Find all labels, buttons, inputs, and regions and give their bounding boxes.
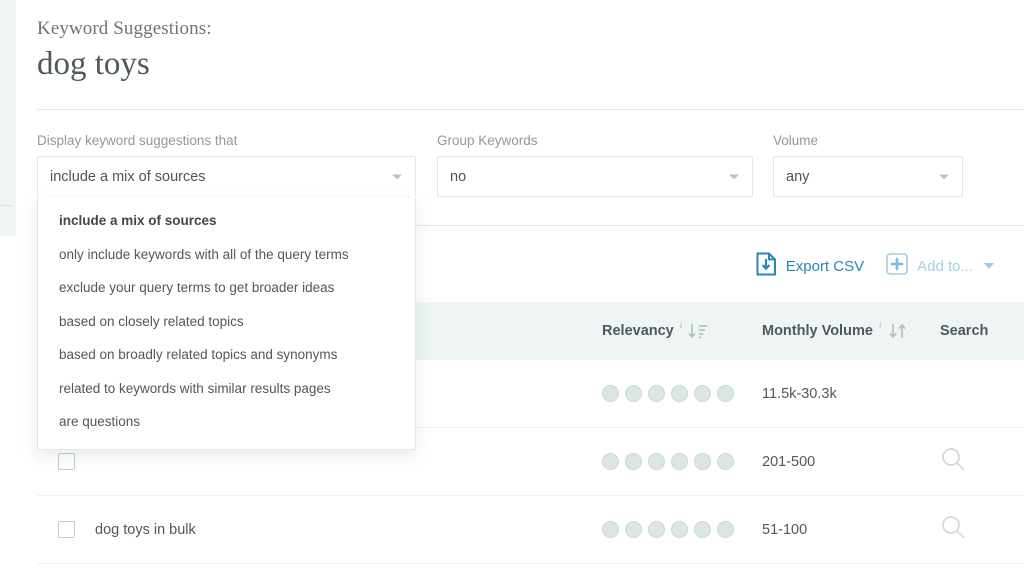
row-checkbox[interactable] bbox=[58, 521, 75, 538]
source-filter-group: Display keyword suggestions that include… bbox=[37, 133, 416, 197]
dropdown-option[interactable]: based on broadly related topics and syno… bbox=[38, 338, 415, 372]
dropdown-option[interactable]: include a mix of sources bbox=[38, 204, 415, 238]
chevron-down-icon bbox=[392, 174, 402, 179]
relevancy-dot bbox=[717, 521, 734, 538]
relevancy-dot bbox=[717, 453, 734, 470]
source-filter-label: Display keyword suggestions that bbox=[37, 133, 238, 148]
keyword-suggestions-page: Keyword Suggestions: dog toys Display ke… bbox=[0, 0, 1024, 578]
sort-descending-icon[interactable] bbox=[688, 323, 708, 340]
group-keywords-select[interactable]: no bbox=[437, 156, 753, 197]
row-volume-cell: 201-500 bbox=[762, 454, 940, 470]
source-filter-select[interactable]: include a mix of sources bbox=[37, 156, 416, 197]
relevancy-dot bbox=[602, 385, 619, 402]
volume-filter-label: Volume bbox=[773, 133, 819, 148]
left-rail-divider bbox=[0, 205, 13, 206]
row-volume-label: 201-500 bbox=[762, 453, 816, 470]
dropdown-option[interactable]: exclude your query terms to get broader … bbox=[38, 271, 415, 305]
relevancy-dot bbox=[602, 453, 619, 470]
header-divider bbox=[37, 109, 1024, 110]
table-row[interactable]: dog toys in bulk 51-100 bbox=[37, 496, 1024, 564]
row-keyword-cell: dog toys in bulk bbox=[37, 521, 602, 538]
sort-updown-icon[interactable] bbox=[888, 323, 910, 340]
group-keywords-label: Group Keywords bbox=[437, 133, 538, 148]
source-filter-value: include a mix of sources bbox=[50, 168, 206, 185]
export-csv-button[interactable]: Export CSV bbox=[756, 252, 864, 280]
row-volume-label: 51-100 bbox=[762, 521, 808, 538]
plus-icon bbox=[886, 253, 908, 279]
relevancy-dot bbox=[671, 521, 688, 538]
relevancy-dots bbox=[602, 521, 734, 538]
relevancy-dots bbox=[602, 385, 734, 402]
table-toolbar: Export CSV Add to... bbox=[756, 252, 994, 280]
relevancy-dot bbox=[694, 453, 711, 470]
volume-filter-value: any bbox=[786, 168, 810, 185]
relevancy-dot bbox=[648, 453, 665, 470]
page-header: Keyword Suggestions: dog toys bbox=[37, 18, 1024, 83]
row-checkbox[interactable] bbox=[58, 453, 75, 470]
column-header-relevancy[interactable]: Relevancy i bbox=[602, 321, 762, 340]
column-header-relevancy-label: Relevancy bbox=[602, 323, 674, 339]
dropdown-option[interactable]: are questions bbox=[38, 405, 415, 439]
group-keywords-value: no bbox=[450, 168, 467, 185]
dropdown-option[interactable]: related to keywords with similar results… bbox=[38, 372, 415, 406]
add-to-label: Add to... bbox=[917, 257, 973, 275]
row-keyword-label: dog toys in bulk bbox=[95, 521, 196, 538]
relevancy-dot bbox=[671, 453, 688, 470]
group-keywords-group: Group Keywords no bbox=[437, 133, 753, 197]
column-header-monthly-volume-label: Monthly Volume bbox=[762, 323, 873, 339]
relevancy-dot bbox=[625, 521, 642, 538]
row-volume-cell: 11.5k-30.3k bbox=[762, 386, 940, 402]
dropdown-option[interactable]: only include keywords with all of the qu… bbox=[38, 238, 415, 272]
page-title: dog toys bbox=[37, 46, 150, 82]
chevron-down-icon bbox=[984, 263, 994, 269]
document-download-icon bbox=[756, 252, 777, 280]
chevron-down-icon bbox=[939, 174, 949, 179]
info-icon[interactable]: i bbox=[879, 321, 882, 331]
row-keyword-cell bbox=[37, 453, 602, 470]
search-icon[interactable] bbox=[940, 514, 966, 545]
left-rail bbox=[0, 0, 16, 236]
chevron-down-icon bbox=[729, 174, 739, 179]
row-relevancy-cell bbox=[602, 453, 762, 470]
search-icon[interactable] bbox=[940, 446, 966, 477]
relevancy-dot bbox=[625, 385, 642, 402]
relevancy-dot bbox=[671, 385, 688, 402]
volume-filter-select[interactable]: any bbox=[773, 156, 963, 197]
column-header-monthly-volume[interactable]: Monthly Volume i bbox=[762, 321, 940, 340]
relevancy-dots bbox=[602, 453, 734, 470]
source-filter-dropdown[interactable]: include a mix of sources only include ke… bbox=[37, 198, 416, 450]
row-relevancy-cell bbox=[602, 521, 762, 538]
volume-filter-group: Volume any bbox=[773, 133, 963, 197]
relevancy-dot bbox=[648, 385, 665, 402]
relevancy-dot bbox=[625, 453, 642, 470]
relevancy-dot bbox=[648, 521, 665, 538]
row-volume-cell: 51-100 bbox=[762, 522, 940, 538]
row-relevancy-cell bbox=[602, 385, 762, 402]
relevancy-dot bbox=[694, 385, 711, 402]
row-volume-label: 11.5k-30.3k bbox=[762, 385, 837, 402]
column-header-search: Search bbox=[940, 323, 989, 339]
page-kicker: Keyword Suggestions: bbox=[37, 18, 212, 39]
info-icon[interactable]: i bbox=[680, 321, 683, 331]
export-csv-label: Export CSV bbox=[785, 257, 865, 275]
relevancy-dot bbox=[602, 521, 619, 538]
row-search-cell[interactable] bbox=[940, 446, 1024, 477]
dropdown-option[interactable]: based on closely related topics bbox=[38, 305, 415, 339]
relevancy-dot bbox=[717, 385, 734, 402]
row-search-cell[interactable] bbox=[940, 514, 1024, 545]
add-to-button[interactable]: Add to... bbox=[886, 253, 994, 279]
relevancy-dot bbox=[694, 521, 711, 538]
